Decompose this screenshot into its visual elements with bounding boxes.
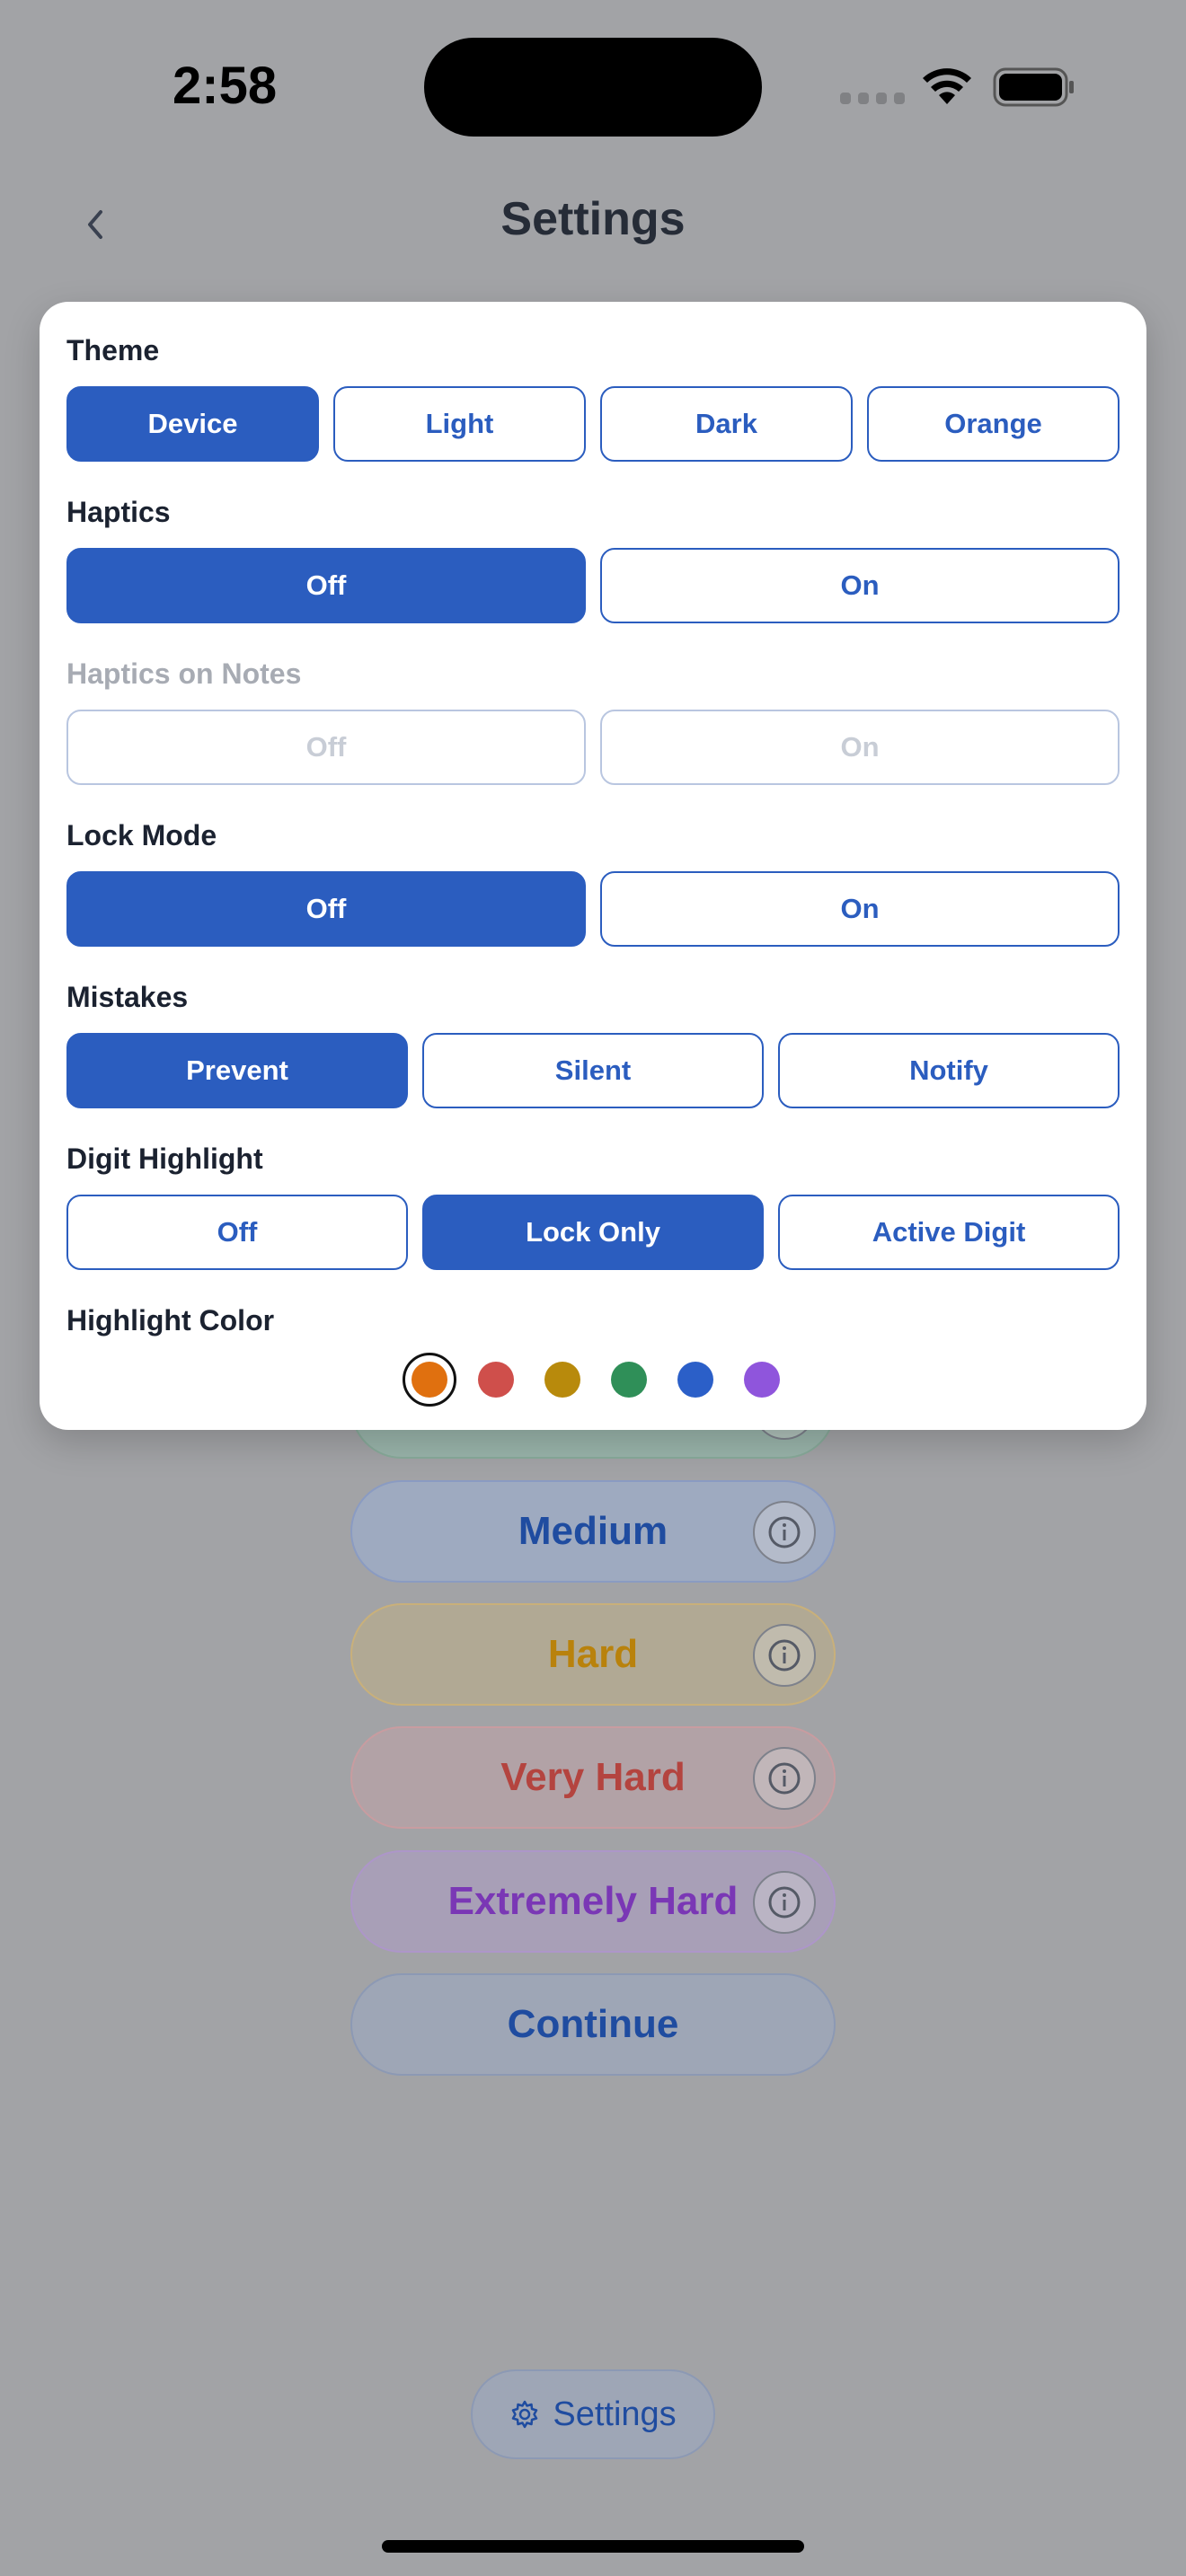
settings-button[interactable]: Settings xyxy=(471,2369,715,2459)
mistakes-option-silent[interactable]: Silent xyxy=(422,1033,764,1108)
info-icon[interactable] xyxy=(753,1624,816,1687)
continue-label: Continue xyxy=(507,2002,679,2046)
theme-segmented-control: Device Light Dark Orange xyxy=(66,386,1120,462)
theme-option-dark[interactable]: Dark xyxy=(600,386,853,462)
haptics-notes-segmented-control: Off On xyxy=(66,710,1120,785)
gear-icon xyxy=(512,2400,538,2429)
mistakes-segmented-control: Prevent Silent Notify xyxy=(66,1033,1120,1108)
lock-mode-segmented-control: Off On xyxy=(66,871,1120,947)
lock-mode-option-on[interactable]: On xyxy=(600,871,1120,947)
lock-mode-label: Lock Mode xyxy=(66,819,217,851)
difficulty-hard-button[interactable]: Hard xyxy=(350,1603,836,1706)
settings-panel: Theme Device Light Dark Orange Haptics O… xyxy=(40,302,1146,1430)
info-icon[interactable] xyxy=(753,1747,816,1810)
mistakes-label: Mistakes xyxy=(66,981,189,1013)
page-title: Settings xyxy=(500,193,686,245)
mistakes-option-notify[interactable]: Notify xyxy=(778,1033,1120,1108)
mistakes-option-prevent[interactable]: Prevent xyxy=(66,1033,408,1108)
color-swatch-blue[interactable] xyxy=(677,1362,713,1398)
info-icon[interactable] xyxy=(753,1871,816,1934)
theme-label: Theme xyxy=(66,334,160,366)
status-time: 2:58 xyxy=(173,57,278,115)
difficulty-medium-button[interactable]: Medium xyxy=(350,1480,836,1583)
cellular-signal-icon xyxy=(840,93,905,105)
digit-highlight-segmented-control: Off Lock Only Active Digit xyxy=(66,1195,1120,1270)
difficulty-label: Extremely Hard xyxy=(447,1879,739,1923)
difficulty-very-hard-button[interactable]: Very Hard xyxy=(350,1726,836,1829)
color-swatch-orange[interactable] xyxy=(412,1362,447,1398)
color-swatch-gold[interactable] xyxy=(544,1362,580,1398)
color-swatch-red[interactable] xyxy=(478,1362,514,1398)
info-icon[interactable] xyxy=(753,1501,816,1564)
highlight-color-label: Highlight Color xyxy=(66,1304,275,1337)
theme-option-device[interactable]: Device xyxy=(66,386,319,462)
haptics-label: Haptics xyxy=(66,496,171,528)
haptics-option-on[interactable]: On xyxy=(600,548,1120,623)
home-indicator[interactable] xyxy=(382,2540,804,2553)
theme-option-light[interactable]: Light xyxy=(333,386,586,462)
color-swatch-green[interactable] xyxy=(611,1362,647,1398)
digit-highlight-option-lock-only[interactable]: Lock Only xyxy=(422,1195,764,1270)
haptics-notes-option-off: Off xyxy=(66,710,586,785)
difficulty-label: Medium xyxy=(518,1509,668,1553)
highlight-color-picker xyxy=(40,1353,1146,1407)
dynamic-island xyxy=(424,38,762,137)
haptics-segmented-control: Off On xyxy=(66,548,1120,623)
haptics-option-off[interactable]: Off xyxy=(66,548,586,623)
difficulty-label: Hard xyxy=(547,1632,639,1676)
battery-icon xyxy=(993,67,1074,107)
settings-label: Settings xyxy=(553,2395,677,2433)
haptics-notes-label: Haptics on Notes xyxy=(66,657,302,690)
haptics-notes-option-on: On xyxy=(600,710,1120,785)
lock-mode-option-off[interactable]: Off xyxy=(66,871,586,947)
wifi-icon xyxy=(923,68,971,104)
color-swatch-purple[interactable] xyxy=(744,1362,780,1398)
difficulty-extremely-hard-button[interactable]: Extremely Hard xyxy=(350,1850,836,1953)
difficulty-label: Very Hard xyxy=(500,1755,686,1799)
theme-option-orange[interactable]: Orange xyxy=(867,386,1120,462)
continue-button[interactable]: Continue xyxy=(350,1973,836,2076)
digit-highlight-option-off[interactable]: Off xyxy=(66,1195,408,1270)
digit-highlight-option-active-digit[interactable]: Active Digit xyxy=(778,1195,1120,1270)
digit-highlight-label: Digit Highlight xyxy=(66,1142,263,1175)
